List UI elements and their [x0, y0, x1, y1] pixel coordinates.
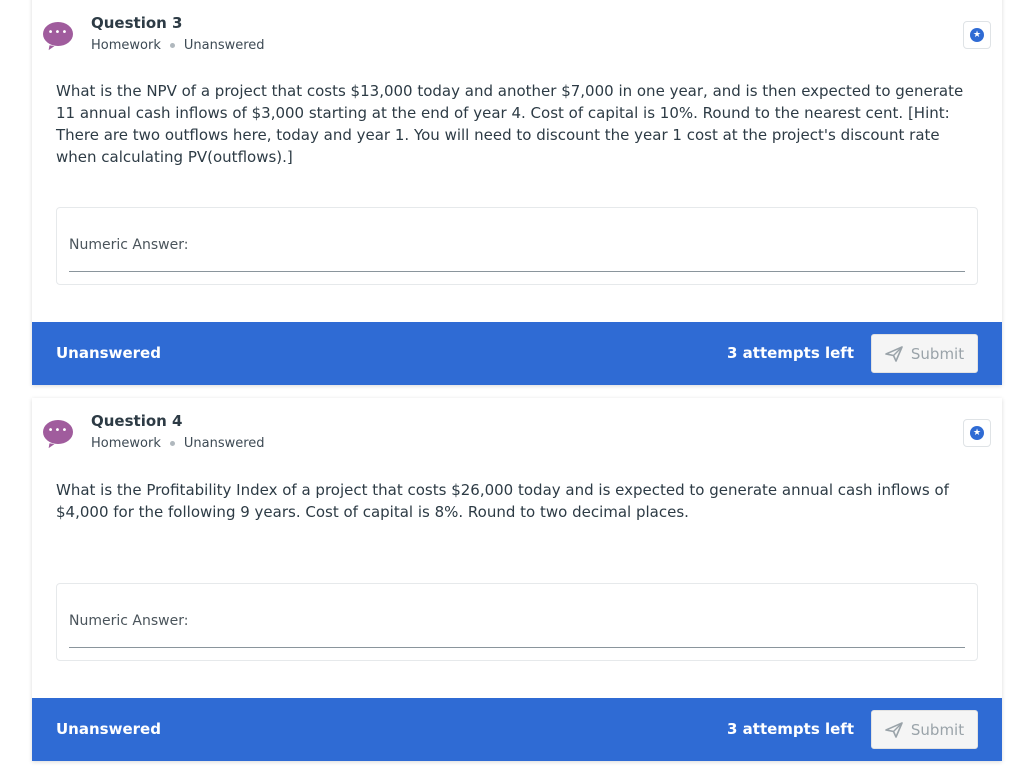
paper-plane-icon — [885, 345, 903, 362]
chat-bubble-icon: ••• — [43, 420, 73, 444]
star-button[interactable]: ★ — [963, 419, 991, 447]
submit-button[interactable]: Submit — [871, 710, 978, 749]
attempts-left: 3 attempts left — [727, 720, 854, 738]
question-text: What is the Profitability Index of a pro… — [56, 481, 949, 521]
question-category: Homework — [91, 38, 161, 53]
question-meta: Homework Unanswered — [91, 436, 265, 451]
question-title: Question 3 — [91, 14, 183, 32]
numeric-answer-field[interactable]: Numeric Answer: — [56, 207, 978, 285]
question-status: Unanswered — [183, 38, 265, 53]
question-text: What is the NPV of a project that costs … — [56, 82, 964, 166]
submit-button[interactable]: Submit — [871, 334, 978, 373]
separator-dot — [169, 43, 175, 48]
star-button[interactable]: ★ — [963, 21, 991, 49]
question-status: Unanswered — [183, 436, 265, 451]
footer-status: Unanswered — [56, 720, 161, 738]
question-category: Homework — [91, 436, 161, 451]
answer-underline — [69, 271, 965, 272]
numeric-answer-field[interactable]: Numeric Answer: — [56, 583, 978, 661]
question-footer: Unanswered 3 attempts left Submit — [32, 322, 1002, 385]
question-meta: Homework Unanswered — [91, 38, 265, 53]
question-footer: Unanswered 3 attempts left Submit — [32, 698, 1002, 761]
submit-label: Submit — [910, 344, 965, 363]
separator-dot — [169, 441, 175, 446]
chat-bubble-icon: ••• — [43, 22, 73, 46]
question-title: Question 4 — [91, 412, 183, 430]
numeric-answer-label: Numeric Answer: — [69, 613, 189, 629]
attempts-left: 3 attempts left — [727, 344, 854, 362]
answer-underline — [69, 647, 965, 648]
star-icon: ★ — [970, 426, 984, 440]
paper-plane-icon — [885, 721, 903, 738]
question-card: ••• Question 3 Homework Unanswered ★ Wha… — [32, 0, 1002, 385]
star-icon: ★ — [970, 28, 984, 42]
submit-label: Submit — [910, 720, 965, 739]
footer-status: Unanswered — [56, 344, 161, 362]
question-card: ••• Question 4 Homework Unanswered ★ Wha… — [32, 398, 1002, 761]
numeric-answer-label: Numeric Answer: — [69, 237, 189, 253]
